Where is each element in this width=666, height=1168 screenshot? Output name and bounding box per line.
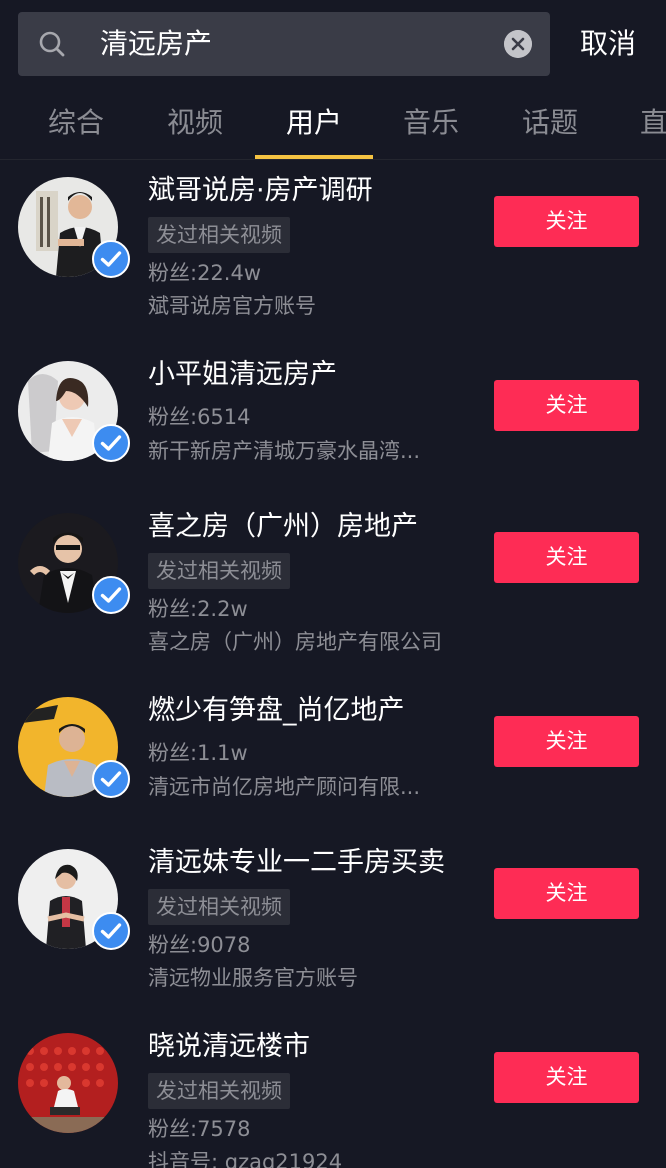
verified-check-icon [92, 424, 130, 462]
verified-check-icon [92, 576, 130, 614]
user-description: 新干新房产清城万豪水晶湾... [148, 439, 421, 463]
user-douyin-id: 抖音号: qzag21924 [148, 1150, 343, 1168]
avatar[interactable] [18, 1033, 118, 1133]
user-list: 斌哥说房·房产调研 发过相关视频 粉丝:22.4w 斌哥说房官方账号 关注 小平… [0, 160, 666, 1168]
clear-icon[interactable] [504, 30, 532, 58]
list-item[interactable]: 清远妹专业一二手房买卖 发过相关视频 粉丝:9078 清远物业服务官方账号 关注 [0, 832, 666, 1002]
cancel-button[interactable]: 取消 [580, 12, 636, 76]
fans-count: 粉丝:22.4w [148, 261, 262, 285]
verified-check-icon [92, 760, 130, 798]
user-description: 喜之房（广州）房地产有限公司 [148, 630, 442, 654]
fans-count: 粉丝:9078 [148, 933, 251, 957]
user-description: 清远物业服务官方账号 [148, 966, 358, 990]
search-input[interactable]: 清远房产 [100, 12, 212, 76]
user-name: 斌哥说房·房产调研 [148, 175, 373, 206]
fans-count: 粉丝:7578 [148, 1117, 251, 1141]
verified-check-icon [92, 240, 130, 278]
user-name: 燃少有笋盘_尚亿地产 [148, 695, 405, 726]
tab-comprehensive[interactable]: 综合 [17, 90, 135, 160]
tab-user[interactable]: 用户 [255, 90, 373, 160]
tab-music[interactable]: 音乐 [372, 90, 490, 160]
user-name: 小平姐清远房产 [148, 359, 337, 390]
related-video-tag: 发过相关视频 [148, 553, 290, 589]
tab-live[interactable]: 直 [608, 90, 666, 160]
follow-button[interactable]: 关注 [494, 196, 639, 247]
search-bar[interactable]: 清远房产 [18, 12, 550, 76]
fans-count: 粉丝:1.1w [148, 741, 248, 765]
user-name: 喜之房（广州）房地产 [148, 511, 418, 542]
list-item[interactable]: 斌哥说房·房产调研 发过相关视频 粉丝:22.4w 斌哥说房官方账号 关注 [0, 160, 666, 330]
tab-bar: 综合 视频 用户 音乐 话题 直 [0, 90, 666, 160]
user-name: 晓说清远楼市 [148, 1031, 310, 1062]
list-item[interactable]: 燃少有笋盘_尚亿地产 粉丝:1.1w 清远市尚亿房地产顾问有限... 关注 [0, 680, 666, 828]
follow-button[interactable]: 关注 [494, 532, 639, 583]
list-item[interactable]: 喜之房（广州）房地产 发过相关视频 粉丝:2.2w 喜之房（广州）房地产有限公司… [0, 496, 666, 666]
tab-video[interactable]: 视频 [136, 90, 254, 160]
verified-check-icon [92, 912, 130, 950]
fans-count: 粉丝:2.2w [148, 597, 248, 621]
follow-button[interactable]: 关注 [494, 868, 639, 919]
follow-button[interactable]: 关注 [494, 380, 639, 431]
user-description: 斌哥说房官方账号 [148, 294, 316, 318]
tab-topic[interactable]: 话题 [491, 90, 609, 160]
related-video-tag: 发过相关视频 [148, 1073, 290, 1109]
follow-button[interactable]: 关注 [494, 716, 639, 767]
related-video-tag: 发过相关视频 [148, 889, 290, 925]
fans-count: 粉丝:6514 [148, 405, 251, 429]
user-name: 清远妹专业一二手房买卖 [148, 847, 445, 878]
follow-button[interactable]: 关注 [494, 1052, 639, 1103]
user-description: 清远市尚亿房地产顾问有限... [148, 775, 421, 799]
search-icon [39, 31, 65, 57]
list-item[interactable]: 小平姐清远房产 粉丝:6514 新干新房产清城万豪水晶湾... 关注 [0, 344, 666, 492]
related-video-tag: 发过相关视频 [148, 217, 290, 253]
list-item[interactable]: 晓说清远楼市 发过相关视频 粉丝:7578 抖音号: qzag21924 关注 [0, 1016, 666, 1168]
